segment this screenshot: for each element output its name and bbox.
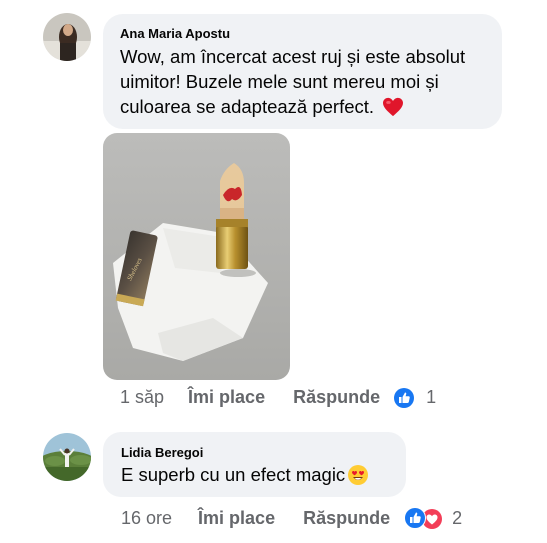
like-button[interactable]: Îmi place — [198, 508, 275, 529]
reply-button[interactable]: Răspunde — [293, 387, 380, 408]
comment-time[interactable]: 16 ore — [121, 508, 172, 529]
comment-text: E superb cu un efect magic — [121, 464, 346, 485]
reaction-count: 2 — [452, 508, 463, 528]
comment-time[interactable]: 1 săp — [120, 387, 164, 408]
reactions-summary[interactable]: 1 — [394, 387, 436, 408]
comment-meta: 16 ore Îmi place Răspunde 2 — [121, 506, 463, 529]
like-button[interactable]: Îmi place — [188, 387, 265, 408]
like-reaction-icon — [394, 387, 415, 408]
reply-button[interactable]: Răspunde — [303, 508, 390, 529]
comment-author[interactable]: Lidia Beregoi — [121, 445, 203, 460]
heart-eyes-emoji-icon — [347, 464, 369, 486]
comment-meta: 1 săp Îmi place Răspunde 1 — [120, 387, 436, 408]
avatar[interactable] — [43, 13, 91, 61]
comment-bubble: Lidia Beregoi E superb cu un efect magic — [103, 432, 406, 497]
reactions-summary[interactable]: 2 — [404, 506, 463, 529]
heart-emoji-icon — [382, 97, 404, 117]
comment-text-line: uimitor! Buzele mele sunt mereu moi și — [120, 71, 439, 92]
like-reaction-icon — [404, 506, 427, 529]
comment-text-line: culoarea se adaptează perfect. — [120, 96, 375, 117]
comment-author[interactable]: Ana Maria Apostu — [120, 26, 230, 41]
comment-text-line: Wow, am încercat acest ruj și este absol… — [120, 46, 466, 67]
avatar[interactable] — [43, 433, 91, 481]
reaction-count: 1 — [426, 387, 437, 407]
comment-bubble: Ana Maria Apostu Wow, am încercat acest … — [103, 14, 502, 129]
comment-photo[interactable]: Sheloves — [103, 133, 290, 380]
